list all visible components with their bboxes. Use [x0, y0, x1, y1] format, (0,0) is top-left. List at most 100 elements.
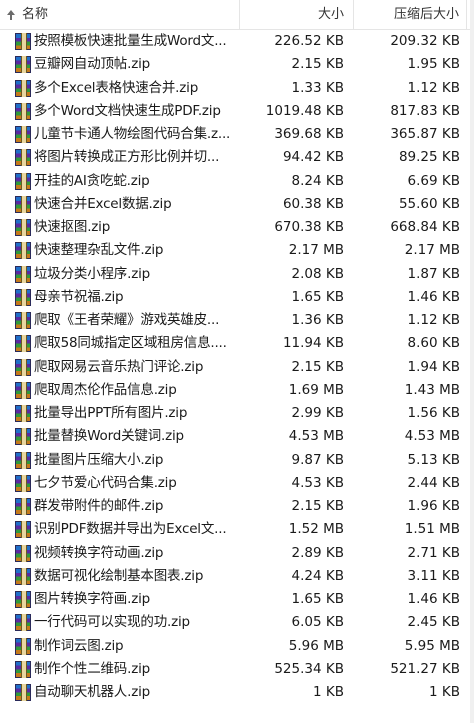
- file-name[interactable]: 数据可视化绘制基本图表.zip: [34, 565, 237, 588]
- file-row[interactable]: 按照模板快速批量生成Word文... 226.52 KB 209.32 KB: [0, 30, 474, 53]
- file-name[interactable]: 一行代码可以实现的功.zip: [34, 611, 237, 634]
- file-row[interactable]: 豆瓣网自动顶帖.zip 2.15 KB 1.95 KB: [0, 53, 474, 76]
- file-name[interactable]: 批量图片压缩大小.zip: [34, 449, 237, 472]
- file-icon-cell: [14, 123, 32, 146]
- scrollbar-track[interactable]: [470, 0, 474, 723]
- file-name[interactable]: 多个Word文档快速生成PDF.zip: [34, 100, 237, 123]
- file-name[interactable]: 快速合并Excel数据.zip: [34, 193, 237, 216]
- file-row[interactable]: 开挂的AI贪吃蛇.zip 8.24 KB 6.69 KB: [0, 170, 474, 193]
- file-compressed-size: 6.69 KB: [407, 172, 460, 189]
- file-row[interactable]: 爬取网易云音乐热门评论.zip 2.15 KB 1.94 KB: [0, 356, 474, 379]
- column-header-compressed-size[interactable]: 压缩后大小: [353, 0, 467, 29]
- file-row[interactable]: 制作个性二维码.zip 525.34 KB 521.27 KB: [0, 658, 474, 681]
- winrar-archive-icon: [15, 521, 31, 539]
- file-row[interactable]: 批量图片压缩大小.zip 9.87 KB 5.13 KB: [0, 449, 474, 472]
- winrar-archive-icon: [15, 102, 31, 120]
- column-header-name-label: 名称: [22, 7, 49, 22]
- file-row[interactable]: 将图片转换成正方形比例并切... 94.42 KB 89.25 KB: [0, 146, 474, 169]
- file-icon-cell: [14, 681, 32, 704]
- file-name[interactable]: 制作个性二维码.zip: [34, 658, 237, 681]
- file-icon-cell: [14, 53, 32, 76]
- file-compressed-size: 2.45 KB: [407, 614, 460, 631]
- file-row[interactable]: 数据可视化绘制基本图表.zip 4.24 KB 3.11 KB: [0, 565, 474, 588]
- file-icon-cell: [14, 472, 32, 495]
- file-size: 1.33 KB: [291, 79, 344, 96]
- file-size: 9.87 KB: [291, 451, 344, 468]
- winrar-archive-icon: [15, 637, 31, 655]
- file-name[interactable]: 爬取《王者荣耀》游戏英雄皮...: [34, 309, 237, 332]
- file-name[interactable]: 爬取网易云音乐热门评论.zip: [34, 356, 237, 379]
- file-row[interactable]: 自动聊天机器人.zip 1 KB 1 KB: [0, 681, 474, 704]
- file-row[interactable]: 多个Word文档快速生成PDF.zip 1019.48 KB 817.83 KB: [0, 100, 474, 123]
- column-header-name[interactable]: 名称: [0, 0, 239, 29]
- file-row[interactable]: 爬取58同城指定区域租房信息.... 11.94 KB 8.60 KB: [0, 332, 474, 355]
- file-icon-cell: [14, 588, 32, 611]
- winrar-archive-icon: [15, 428, 31, 446]
- file-name[interactable]: 制作词云图.zip: [34, 635, 237, 658]
- file-name[interactable]: 儿童节卡通人物绘图代码合集.z...: [34, 123, 237, 146]
- file-compressed-size: 2.17 MB: [404, 242, 460, 259]
- file-icon-cell: [14, 263, 32, 286]
- winrar-archive-icon: [15, 544, 31, 562]
- sort-up-arrow-icon: [7, 10, 15, 20]
- file-row[interactable]: 识别PDF数据并导出为Excel文... 1.52 MB 1.51 MB: [0, 518, 474, 541]
- file-name[interactable]: 按照模板快速批量生成Word文...: [34, 30, 237, 53]
- file-row[interactable]: 视频转换字符动画.zip 2.89 KB 2.71 KB: [0, 542, 474, 565]
- file-row[interactable]: 七夕节爱心代码合集.zip 4.53 KB 2.44 KB: [0, 472, 474, 495]
- winrar-archive-icon: [15, 33, 31, 50]
- file-name[interactable]: 爬取周杰伦作品信息.zip: [34, 379, 237, 402]
- file-name[interactable]: 豆瓣网自动顶帖.zip: [34, 53, 237, 76]
- file-name[interactable]: 快速整理杂乱文件.zip: [34, 239, 237, 262]
- file-icon-cell: [14, 611, 32, 634]
- file-row[interactable]: 图片转换字符画.zip 1.65 KB 1.46 KB: [0, 588, 474, 611]
- file-row[interactable]: 制作词云图.zip 5.96 MB 5.95 MB: [0, 635, 474, 658]
- file-name[interactable]: 群发带附件的邮件.zip: [34, 495, 237, 518]
- file-name[interactable]: 图片转换字符画.zip: [34, 588, 237, 611]
- file-row[interactable]: 儿童节卡通人物绘图代码合集.z... 369.68 KB 365.87 KB: [0, 123, 474, 146]
- file-name[interactable]: 七夕节爱心代码合集.zip: [34, 472, 237, 495]
- file-name[interactable]: 视频转换字符动画.zip: [34, 542, 237, 565]
- file-row[interactable]: 一行代码可以实现的功.zip 6.05 KB 2.45 KB: [0, 611, 474, 634]
- file-icon-cell: [14, 495, 32, 518]
- file-name[interactable]: 将图片转换成正方形比例并切...: [34, 146, 237, 169]
- file-row[interactable]: 批量导出PPT所有图片.zip 2.99 KB 1.56 KB: [0, 402, 474, 425]
- file-icon-cell: [14, 100, 32, 123]
- file-row[interactable]: 群发带附件的邮件.zip 2.15 KB 1.96 KB: [0, 495, 474, 518]
- winrar-archive-icon: [15, 451, 31, 469]
- file-compressed-size: 5.95 MB: [404, 637, 460, 654]
- file-row[interactable]: 垃圾分类小程序.zip 2.08 KB 1.87 KB: [0, 263, 474, 286]
- file-compressed-size: 1.12 KB: [407, 312, 460, 328]
- file-name[interactable]: 批量替换Word关键词.zip: [34, 425, 237, 448]
- file-icon-cell: [14, 170, 32, 193]
- file-name[interactable]: 快速抠图.zip: [34, 216, 237, 239]
- file-name[interactable]: 识别PDF数据并导出为Excel文...: [34, 518, 237, 541]
- column-header-size[interactable]: 大小: [239, 0, 353, 29]
- file-icon-cell: [14, 286, 32, 309]
- file-name[interactable]: 开挂的AI贪吃蛇.zip: [34, 170, 237, 193]
- file-icon-cell: [14, 542, 32, 565]
- file-row[interactable]: 母亲节祝福.zip 1.65 KB 1.46 KB: [0, 286, 474, 309]
- winrar-archive-icon: [15, 405, 31, 422]
- file-row[interactable]: 爬取周杰伦作品信息.zip 1.69 MB 1.43 MB: [0, 379, 474, 402]
- file-row[interactable]: 快速合并Excel数据.zip 60.38 KB 55.60 KB: [0, 193, 474, 216]
- file-name[interactable]: 多个Excel表格快速合并.zip: [34, 77, 237, 100]
- file-row[interactable]: 快速抠图.zip 670.38 KB 668.84 KB: [0, 216, 474, 239]
- file-size: 1 KB: [313, 684, 344, 700]
- file-compressed-size: 209.32 KB: [390, 33, 460, 49]
- file-compressed-size: 1.46 KB: [407, 591, 460, 607]
- file-name[interactable]: 母亲节祝福.zip: [34, 286, 237, 309]
- winrar-archive-icon: [15, 335, 31, 353]
- file-icon-cell: [14, 449, 32, 472]
- file-name[interactable]: 自动聊天机器人.zip: [34, 681, 237, 704]
- file-compressed-size: 365.87 KB: [390, 126, 460, 142]
- file-name[interactable]: 垃圾分类小程序.zip: [34, 263, 237, 286]
- file-size: 2.99 KB: [291, 405, 344, 421]
- file-row[interactable]: 爬取《王者荣耀》游戏英雄皮... 1.36 KB 1.12 KB: [0, 309, 474, 332]
- file-name[interactable]: 爬取58同城指定区域租房信息....: [34, 332, 237, 355]
- file-name[interactable]: 批量导出PPT所有图片.zip: [34, 402, 237, 425]
- file-compressed-size: 2.71 KB: [407, 544, 460, 561]
- file-row[interactable]: 快速整理杂乱文件.zip 2.17 MB 2.17 MB: [0, 239, 474, 262]
- file-row[interactable]: 多个Excel表格快速合并.zip 1.33 KB 1.12 KB: [0, 77, 474, 100]
- file-row[interactable]: 批量替换Word关键词.zip 4.53 MB 4.53 MB: [0, 425, 474, 448]
- file-size: 226.52 KB: [274, 33, 344, 49]
